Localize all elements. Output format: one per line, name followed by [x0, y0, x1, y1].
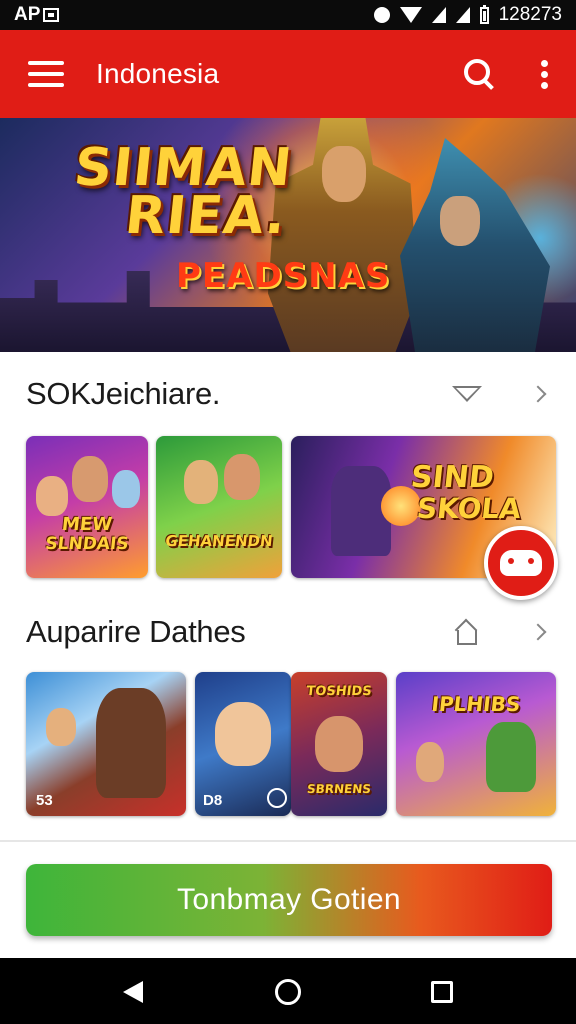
carrier-text: AP	[14, 4, 41, 25]
banner-title: SIIMAN RIEA.	[71, 138, 296, 246]
diamond-icon[interactable]	[452, 386, 482, 412]
divider	[0, 840, 576, 842]
section-title: Auparire Dathes	[26, 614, 246, 649]
game-card-4[interactable]: 53	[26, 672, 186, 816]
app-bar: Indonesia	[0, 30, 576, 118]
signal-icon-2	[455, 7, 470, 23]
menu-icon[interactable]	[28, 61, 64, 87]
banner-subtitle: PEADSNAS	[176, 256, 391, 296]
hero-banner[interactable]: SIIMAN RIEA.	[0, 118, 576, 352]
play-badge-icon	[267, 788, 287, 808]
search-icon[interactable]	[464, 59, 494, 89]
home-circle-icon[interactable]	[275, 979, 301, 1005]
status-right: 128273	[373, 4, 562, 26]
battery-icon	[479, 4, 489, 24]
status-left: AP	[14, 4, 60, 26]
game-controller-fab[interactable]	[484, 526, 558, 600]
game-card-6[interactable]: TOSHIDS SBRNENS	[291, 672, 387, 816]
clock: 128273	[498, 4, 562, 25]
wifi-icon	[399, 7, 422, 23]
back-icon[interactable]	[123, 981, 143, 1003]
status-bar: AP 128273	[0, 0, 576, 30]
game-card-2[interactable]: GEHANENDN	[156, 436, 282, 578]
app-title: Indonesia	[96, 58, 220, 89]
primary-cta-button[interactable]: Tonbmay Gotien	[26, 864, 552, 936]
game-card-1[interactable]: MEW SLNDAIS	[26, 436, 148, 578]
more-vert-icon[interactable]	[540, 59, 548, 89]
game-card-7[interactable]: IPLHIBS	[396, 672, 556, 816]
game-card-5[interactable]: D8	[195, 672, 291, 816]
photo-icon	[43, 8, 60, 22]
alarm-icon	[373, 7, 390, 23]
section-title: SOKJeichiare.	[26, 376, 221, 411]
signal-icon	[431, 7, 446, 23]
home-icon[interactable]	[454, 620, 484, 646]
recent-apps-icon[interactable]	[431, 981, 453, 1003]
gamepad-icon	[500, 550, 542, 576]
